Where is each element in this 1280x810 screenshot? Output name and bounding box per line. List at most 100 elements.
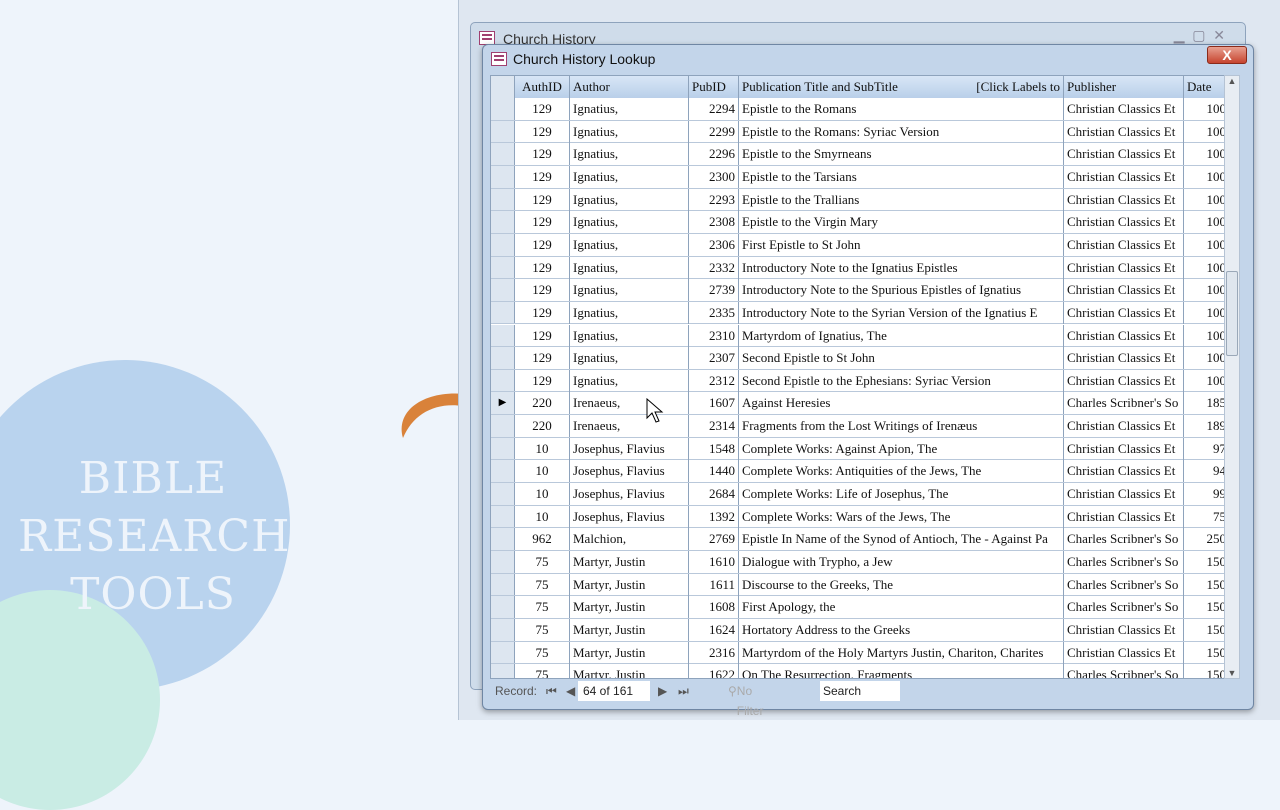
- cell-pubid[interactable]: 2308: [689, 211, 739, 234]
- cell-author[interactable]: Ignatius,: [570, 211, 689, 234]
- record-selector[interactable]: [491, 460, 515, 483]
- cell-author[interactable]: Martyr, Justin: [570, 618, 689, 641]
- cell-author[interactable]: Josephus, Flavius: [570, 437, 689, 460]
- cell-author[interactable]: Ignatius,: [570, 165, 689, 188]
- record-selector[interactable]: [491, 573, 515, 596]
- cell-publisher[interactable]: Christian Classics Et: [1064, 415, 1184, 438]
- cell-pubid[interactable]: 1608: [689, 596, 739, 619]
- cell-publisher[interactable]: Charles Scribner's So: [1064, 392, 1184, 415]
- cell-publisher[interactable]: Charles Scribner's So: [1064, 596, 1184, 619]
- cell-author[interactable]: Ignatius,: [570, 347, 689, 370]
- record-position-input[interactable]: 64 of 161: [578, 681, 650, 701]
- col-pubid[interactable]: PubID: [689, 76, 739, 98]
- table-row[interactable]: 75 Martyr, Justin 1611 Discourse to the Gre…: [491, 573, 1229, 597]
- table-row[interactable]: 75 Martyr, Justin 1608 First Apology, the Ch…: [491, 596, 1229, 619]
- record-selector[interactable]: [491, 596, 515, 618]
- cell-title[interactable]: Epistle to the Virgin Mary: [739, 211, 1064, 234]
- cell-publisher[interactable]: Charles Scribner's So: [1064, 528, 1184, 551]
- table-row[interactable]: 129 Ignatius, 2739 Introductory Note to the…: [491, 279, 1229, 302]
- col-title[interactable]: Publication Title and SubTitle [Click Lab…: [739, 76, 1064, 98]
- cell-pubid[interactable]: 1392: [689, 505, 739, 528]
- cell-publisher[interactable]: Christian Classics Et: [1064, 188, 1184, 211]
- cell-author[interactable]: Ignatius,: [570, 279, 689, 302]
- cell-authid[interactable]: 220: [515, 415, 570, 438]
- cell-title[interactable]: Epistle to the Romans: [739, 98, 1064, 120]
- cell-publisher[interactable]: Christian Classics Et: [1064, 641, 1184, 664]
- record-selector[interactable]: [491, 188, 515, 211]
- record-selector[interactable]: [491, 165, 515, 188]
- cell-author[interactable]: Ignatius,: [570, 324, 689, 347]
- record-selector[interactable]: [491, 324, 515, 347]
- table-row[interactable]: 75 Martyr, Justin 1610 Dialogue with Trypho…: [491, 551, 1229, 574]
- record-selector[interactable]: [491, 347, 515, 369]
- cell-authid[interactable]: 129: [515, 233, 570, 256]
- cell-title[interactable]: Complete Works: Life of Josephus, The: [739, 483, 1064, 506]
- table-row[interactable]: 129 Ignatius, 2296 Epistle to the Smyrneans…: [491, 143, 1229, 166]
- table-row[interactable]: 129 Ignatius, 2294 Epistle to the Romans Chr…: [491, 98, 1229, 121]
- cell-publisher[interactable]: Christian Classics Et: [1064, 143, 1184, 166]
- col-publisher[interactable]: Publisher: [1064, 76, 1184, 98]
- cell-publisher[interactable]: Christian Classics Et: [1064, 233, 1184, 256]
- cell-authid[interactable]: 129: [515, 369, 570, 392]
- scroll-up-icon[interactable]: ▲: [1225, 76, 1239, 86]
- prev-record-icon[interactable]: ◀: [566, 681, 575, 701]
- record-selector[interactable]: [491, 551, 515, 573]
- cell-title[interactable]: Introductory Note to the Ignatius Epistl…: [739, 256, 1064, 279]
- cell-authid[interactable]: 129: [515, 143, 570, 166]
- cell-title[interactable]: Complete Works: Against Apion, The: [739, 437, 1064, 460]
- close-button[interactable]: X: [1207, 46, 1247, 64]
- cell-pubid[interactable]: 2296: [689, 143, 739, 166]
- cell-title[interactable]: First Apology, the: [739, 596, 1064, 619]
- cell-publisher[interactable]: Christian Classics Et: [1064, 369, 1184, 392]
- table-row[interactable]: 129 Ignatius, 2307 Second Epistle to St Joh…: [491, 347, 1229, 370]
- scroll-thumb[interactable]: [1226, 271, 1238, 356]
- cell-author[interactable]: Ignatius,: [570, 120, 689, 143]
- record-selector[interactable]: [491, 211, 515, 233]
- cell-authid[interactable]: 75: [515, 618, 570, 641]
- cell-author[interactable]: Martyr, Justin: [570, 641, 689, 664]
- cell-author[interactable]: Malchion,: [570, 528, 689, 551]
- cell-authid[interactable]: 129: [515, 347, 570, 370]
- table-row[interactable]: 129 Ignatius, 2306 First Epistle to St John…: [491, 233, 1229, 257]
- cell-pubid[interactable]: 2769: [689, 528, 739, 551]
- record-selector[interactable]: [491, 301, 515, 324]
- cell-pubid[interactable]: 2307: [689, 347, 739, 370]
- cell-author[interactable]: Josephus, Flavius: [570, 505, 689, 528]
- cell-title[interactable]: Hortatory Address to the Greeks: [739, 618, 1064, 641]
- cell-authid[interactable]: 129: [515, 279, 570, 302]
- cell-title[interactable]: Second Epistle to St John: [739, 347, 1064, 370]
- cell-publisher[interactable]: Christian Classics Et: [1064, 460, 1184, 483]
- cell-publisher[interactable]: Christian Classics Et: [1064, 165, 1184, 188]
- record-selector[interactable]: [491, 279, 515, 301]
- cell-publisher[interactable]: Christian Classics Et: [1064, 618, 1184, 641]
- cell-author[interactable]: Martyr, Justin: [570, 596, 689, 619]
- record-selector[interactable]: [491, 233, 515, 256]
- cell-pubid[interactable]: 2293: [689, 188, 739, 211]
- table-row[interactable]: 129 Ignatius, 2335 Introductory Note to the…: [491, 301, 1229, 325]
- cell-pubid[interactable]: 2312: [689, 369, 739, 392]
- cell-authid[interactable]: 220: [515, 392, 570, 415]
- cell-publisher[interactable]: Christian Classics Et: [1064, 437, 1184, 460]
- table-row[interactable]: ▶ 220 Irenaeus, 1607 Against Heresies Charles…: [491, 392, 1229, 416]
- cell-pubid[interactable]: 1624: [689, 618, 739, 641]
- cell-authid[interactable]: 129: [515, 301, 570, 324]
- cell-authid[interactable]: 75: [515, 551, 570, 573]
- cell-publisher[interactable]: Christian Classics Et: [1064, 505, 1184, 528]
- cell-author[interactable]: Martyr, Justin: [570, 573, 689, 596]
- cell-authid[interactable]: 129: [515, 120, 570, 143]
- cell-pubid[interactable]: 1610: [689, 551, 739, 573]
- cell-authid[interactable]: 129: [515, 256, 570, 279]
- cell-pubid[interactable]: 1611: [689, 573, 739, 596]
- record-selector[interactable]: [491, 483, 515, 505]
- cell-title[interactable]: Complete Works: Wars of the Jews, The: [739, 505, 1064, 528]
- cell-author[interactable]: Ignatius,: [570, 188, 689, 211]
- cell-pubid[interactable]: 2739: [689, 279, 739, 302]
- cell-pubid[interactable]: 1548: [689, 437, 739, 460]
- search-input[interactable]: Search: [820, 681, 900, 701]
- cell-author[interactable]: Martyr, Justin: [570, 551, 689, 573]
- cell-author[interactable]: Irenaeus,: [570, 415, 689, 438]
- record-selector[interactable]: [491, 618, 515, 641]
- cell-publisher[interactable]: Christian Classics Et: [1064, 256, 1184, 279]
- cell-pubid[interactable]: 2306: [689, 233, 739, 256]
- table-row[interactable]: 10 Josephus, Flavius 1548 Complete Works: A…: [491, 437, 1229, 461]
